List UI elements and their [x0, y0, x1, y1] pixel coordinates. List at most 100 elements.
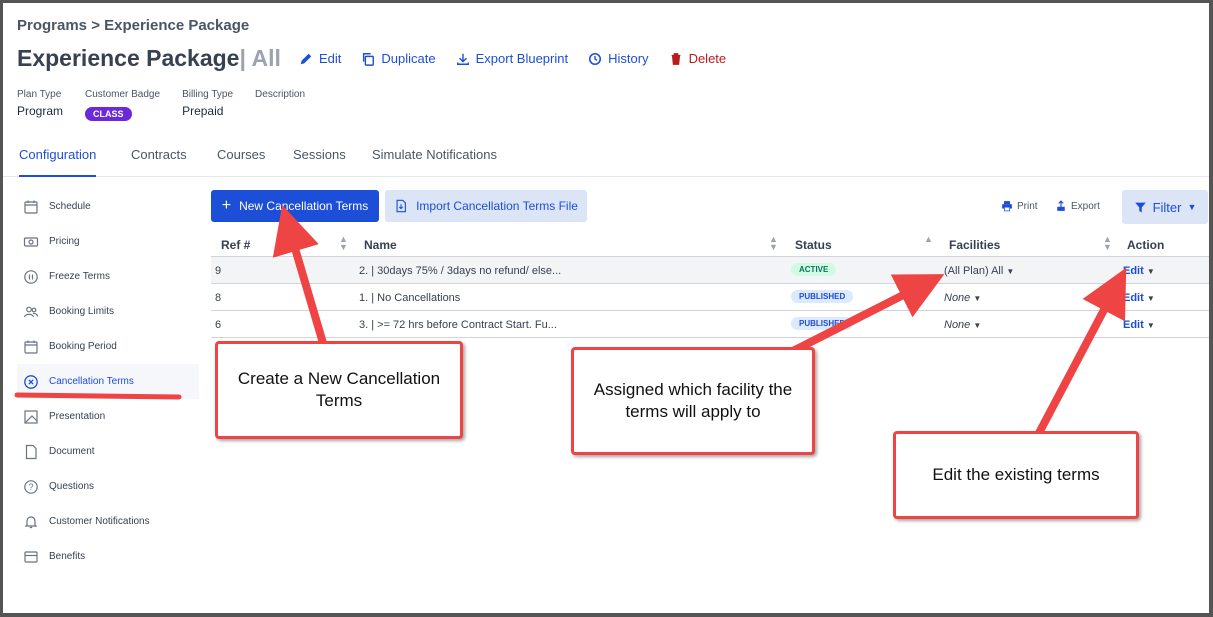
- new-cancellation-terms-label: New Cancellation Terms: [239, 199, 369, 213]
- column-header-action: Action: [1127, 238, 1165, 252]
- table-row[interactable]: 8 1. | No Cancellations PUBLISHED None ▼…: [211, 284, 1209, 311]
- billing-type-label: Billing Type: [182, 89, 234, 100]
- sort-icon[interactable]: ▲ ▼: [339, 235, 348, 252]
- cell-name[interactable]: 3. | >= 72 hrs before Contract Start. Fu…: [359, 319, 557, 331]
- new-cancellation-terms-button[interactable]: + New Cancellation Terms: [211, 190, 379, 222]
- config-sidebar: Schedule Pricing Freeze Terms Booking Li…: [17, 189, 199, 574]
- customer-badge-field: Customer Badge CLASS: [85, 89, 160, 122]
- filter-button[interactable]: Filter ▼: [1122, 190, 1208, 224]
- download-icon: [456, 53, 469, 65]
- tab-courses[interactable]: Courses: [217, 147, 265, 177]
- sidebar-item-booking-period[interactable]: Booking Period: [17, 329, 199, 364]
- facilities-dropdown[interactable]: None ▼: [944, 292, 981, 304]
- table-row[interactable]: 6 3. | >= 72 hrs before Contract Start. …: [211, 311, 1209, 338]
- pause-icon: [24, 269, 38, 284]
- sidebar-item-label: Cancellation Terms: [49, 376, 134, 387]
- cancel-circle-icon: [24, 374, 38, 389]
- callout-create: Create a New Cancellation Terms: [215, 341, 463, 439]
- tab-sessions[interactable]: Sessions: [293, 147, 346, 177]
- chevron-down-icon: ▼: [973, 321, 982, 330]
- sidebar-item-label: Booking Limits: [49, 306, 115, 317]
- sidebar-item-presentation[interactable]: Presentation: [17, 399, 199, 434]
- facilities-dropdown[interactable]: (All Plan) All ▼: [944, 265, 1014, 277]
- import-cancellation-terms-label: Import Cancellation Terms File: [416, 199, 578, 213]
- sidebar-item-pricing[interactable]: Pricing: [17, 224, 199, 259]
- column-header-status[interactable]: Status: [795, 238, 832, 252]
- sort-icon[interactable]: ▲ ▼: [769, 235, 778, 252]
- cell-name[interactable]: 2. | 30days 75% / 3days no refund/ else.…: [359, 265, 561, 277]
- facilities-dropdown[interactable]: None ▼: [944, 319, 981, 331]
- sort-icon[interactable]: ▲ ▼: [1103, 235, 1112, 252]
- sidebar-item-label: Questions: [49, 481, 95, 492]
- export-button[interactable]: Export: [1055, 200, 1100, 212]
- cell-name[interactable]: 1. | No Cancellations: [359, 292, 460, 304]
- table-header: Ref # ▲ ▼ Name ▲ ▼ Status ▲ Facilities ▲ ▼ …: [211, 231, 1209, 257]
- customer-badge-label: Customer Badge: [85, 89, 161, 100]
- cancellation-terms-table: Ref # ▲ ▼ Name ▲ ▼ Status ▲ Facilities ▲ ▼ …: [211, 231, 1209, 338]
- history-button[interactable]: History: [588, 51, 649, 66]
- sidebar-item-label: Pricing: [49, 236, 80, 247]
- delete-button[interactable]: Delete: [669, 51, 727, 66]
- status-badge: PUBLISHED: [791, 290, 854, 303]
- tab-bar: Configuration Contracts Courses Sessions…: [3, 143, 1209, 177]
- sidebar-item-benefits[interactable]: Benefits: [17, 539, 199, 574]
- plan-type-value: Program: [17, 104, 64, 118]
- tab-simulate-notifications[interactable]: Simulate Notifications: [372, 147, 497, 177]
- page-title-scope: | All: [239, 45, 281, 71]
- copy-icon: [363, 52, 375, 66]
- sidebar-item-customer-notifications[interactable]: Customer Notifications: [17, 504, 199, 539]
- sidebar-item-cancellation-terms[interactable]: Cancellation Terms: [17, 364, 199, 399]
- print-button[interactable]: Print: [1001, 200, 1038, 212]
- sidebar-item-booking-limits[interactable]: Booking Limits: [17, 294, 199, 329]
- breadcrumb[interactable]: Programs > Experience Package: [17, 17, 249, 34]
- edit-button-label: Edit: [319, 51, 342, 66]
- tab-configuration[interactable]: Configuration: [19, 147, 97, 177]
- status-badge: ACTIVE: [791, 263, 837, 276]
- table-row[interactable]: 9 2. | 30days 75% / 3days no refund/ els…: [211, 257, 1209, 284]
- page-title-name: Experience Package: [17, 45, 240, 71]
- callout-edit: Edit the existing terms: [893, 431, 1139, 519]
- sidebar-item-document[interactable]: Document: [17, 434, 199, 469]
- file-import-icon: [396, 199, 407, 213]
- page-title: Experience Package| All: [17, 45, 281, 72]
- filter-label: Filter: [1152, 199, 1182, 215]
- import-cancellation-terms-button[interactable]: Import Cancellation Terms File: [385, 190, 587, 222]
- callout-assign: Assigned which facility the terms will a…: [571, 347, 815, 455]
- presentation-icon: [24, 409, 38, 424]
- print-label: Print: [1017, 200, 1038, 212]
- column-header-facilities[interactable]: Facilities: [949, 238, 1000, 252]
- history-button-label: History: [608, 51, 649, 66]
- question-icon: ?: [24, 479, 38, 494]
- edit-button[interactable]: Edit: [299, 51, 341, 66]
- document-icon: [25, 444, 37, 459]
- edit-action-label: Edit: [1123, 292, 1144, 304]
- export-blueprint-button[interactable]: Export Blueprint: [456, 51, 568, 66]
- chevron-down-icon: ▼: [1006, 267, 1015, 276]
- billing-type-value: Prepaid: [182, 104, 224, 118]
- sort-asc-icon[interactable]: ▲: [924, 235, 933, 244]
- plan-type-label: Plan Type: [17, 89, 62, 100]
- edit-action-dropdown[interactable]: Edit ▼: [1123, 319, 1155, 331]
- description-field: Description: [255, 89, 305, 122]
- duplicate-button[interactable]: Duplicate: [361, 51, 436, 66]
- column-header-ref[interactable]: Ref #: [221, 238, 250, 252]
- calendar-icon: [24, 200, 38, 214]
- status-badge: PUBLISHED: [791, 317, 854, 330]
- svg-text:?: ?: [28, 482, 33, 492]
- printer-icon: [1002, 201, 1012, 212]
- sidebar-item-label: Document: [49, 446, 95, 457]
- sidebar-item-label: Booking Period: [49, 341, 117, 352]
- chevron-down-icon: ▼: [1146, 267, 1155, 276]
- chevron-down-icon: ▼: [1146, 294, 1155, 303]
- delete-button-label: Delete: [688, 51, 727, 66]
- column-header-name[interactable]: Name: [364, 238, 397, 252]
- sidebar-item-freeze-terms[interactable]: Freeze Terms: [17, 259, 199, 294]
- tab-contracts[interactable]: Contracts: [131, 147, 187, 177]
- sidebar-item-label: Customer Notifications: [49, 516, 150, 527]
- chevron-down-icon: ▼: [973, 294, 982, 303]
- sidebar-item-label: Presentation: [49, 411, 106, 422]
- sidebar-item-questions[interactable]: ? Questions: [17, 469, 199, 504]
- edit-action-dropdown[interactable]: Edit ▼: [1123, 292, 1155, 304]
- sidebar-item-schedule[interactable]: Schedule: [17, 189, 199, 224]
- edit-action-dropdown[interactable]: Edit ▼: [1123, 265, 1155, 277]
